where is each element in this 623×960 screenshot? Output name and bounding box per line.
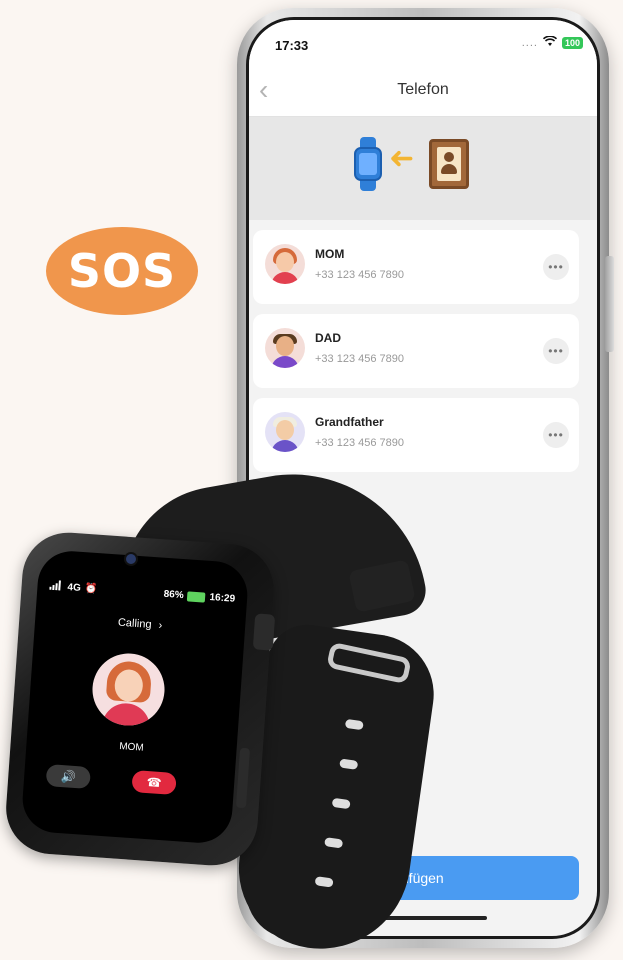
contact-name: MOM [315,247,345,261]
calling-label: Calling [117,616,152,631]
caller-avatar [90,651,167,728]
more-options-button[interactable]: ••• [543,254,569,280]
avatar [265,244,305,284]
watch-camera [124,552,138,566]
network-type: 4G [67,582,82,594]
watch-status-bar: 4G ⏰ 86% 16:29 [49,580,235,606]
more-options-button[interactable]: ••• [543,338,569,364]
signal-bars-icon [49,580,64,594]
more-options-button[interactable]: ••• [543,422,569,448]
contact-name: Grandfather [315,415,384,429]
phone-side-button [605,256,614,352]
page-title: Telefon [397,81,449,98]
watch-icon [354,137,382,191]
hangup-button[interactable]: ☎ [131,770,177,796]
calling-status: Calling › [35,611,245,638]
signal-dots: .... [521,36,538,49]
caller-name: MOM [118,741,145,754]
status-time: 17:33 [275,38,309,53]
sync-banner: ➜ [249,117,597,220]
hangup-icon: ☎ [146,775,163,791]
contact-phone: +33 123 456 7890 [315,269,405,281]
status-bar: 17:33 .... 100 [249,20,597,64]
contact-name: DAD [315,331,341,345]
avatar [265,328,305,368]
sos-badge: SOS [46,227,198,315]
arrow-icon: ➜ [389,142,415,175]
watch-crown[interactable] [252,613,276,651]
status-indicators: .... 100 [522,35,583,50]
contact-card-dad[interactable]: DAD +33 123 456 7890 ••• [253,314,579,388]
contact-card-mom[interactable]: MOM +33 123 456 7890 ••• [253,230,579,304]
speaker-button[interactable]: 🔊 [45,764,92,790]
alarm-icon: ⏰ [84,583,98,596]
avatar [265,412,305,452]
contact-card-grandfather[interactable]: Grandfather +33 123 456 7890 ••• [253,398,579,472]
battery-icon [187,590,206,603]
wifi-icon [542,35,558,50]
chevron-right-icon: › [158,619,163,632]
nav-bar: ‹ Telefon [249,64,597,117]
contact-phone: +33 123 456 7890 [315,437,405,449]
watch-screen: 4G ⏰ 86% 16:29 Calling › MOM 🔊 ☎ [20,549,250,845]
contact-book-icon [429,139,469,189]
battery-percent: 86% [163,588,184,602]
battery-icon: 100 [561,36,583,49]
contact-phone: +33 123 456 7890 [315,353,405,365]
speaker-icon: 🔊 [60,769,77,785]
watch-time: 16:29 [209,591,236,605]
